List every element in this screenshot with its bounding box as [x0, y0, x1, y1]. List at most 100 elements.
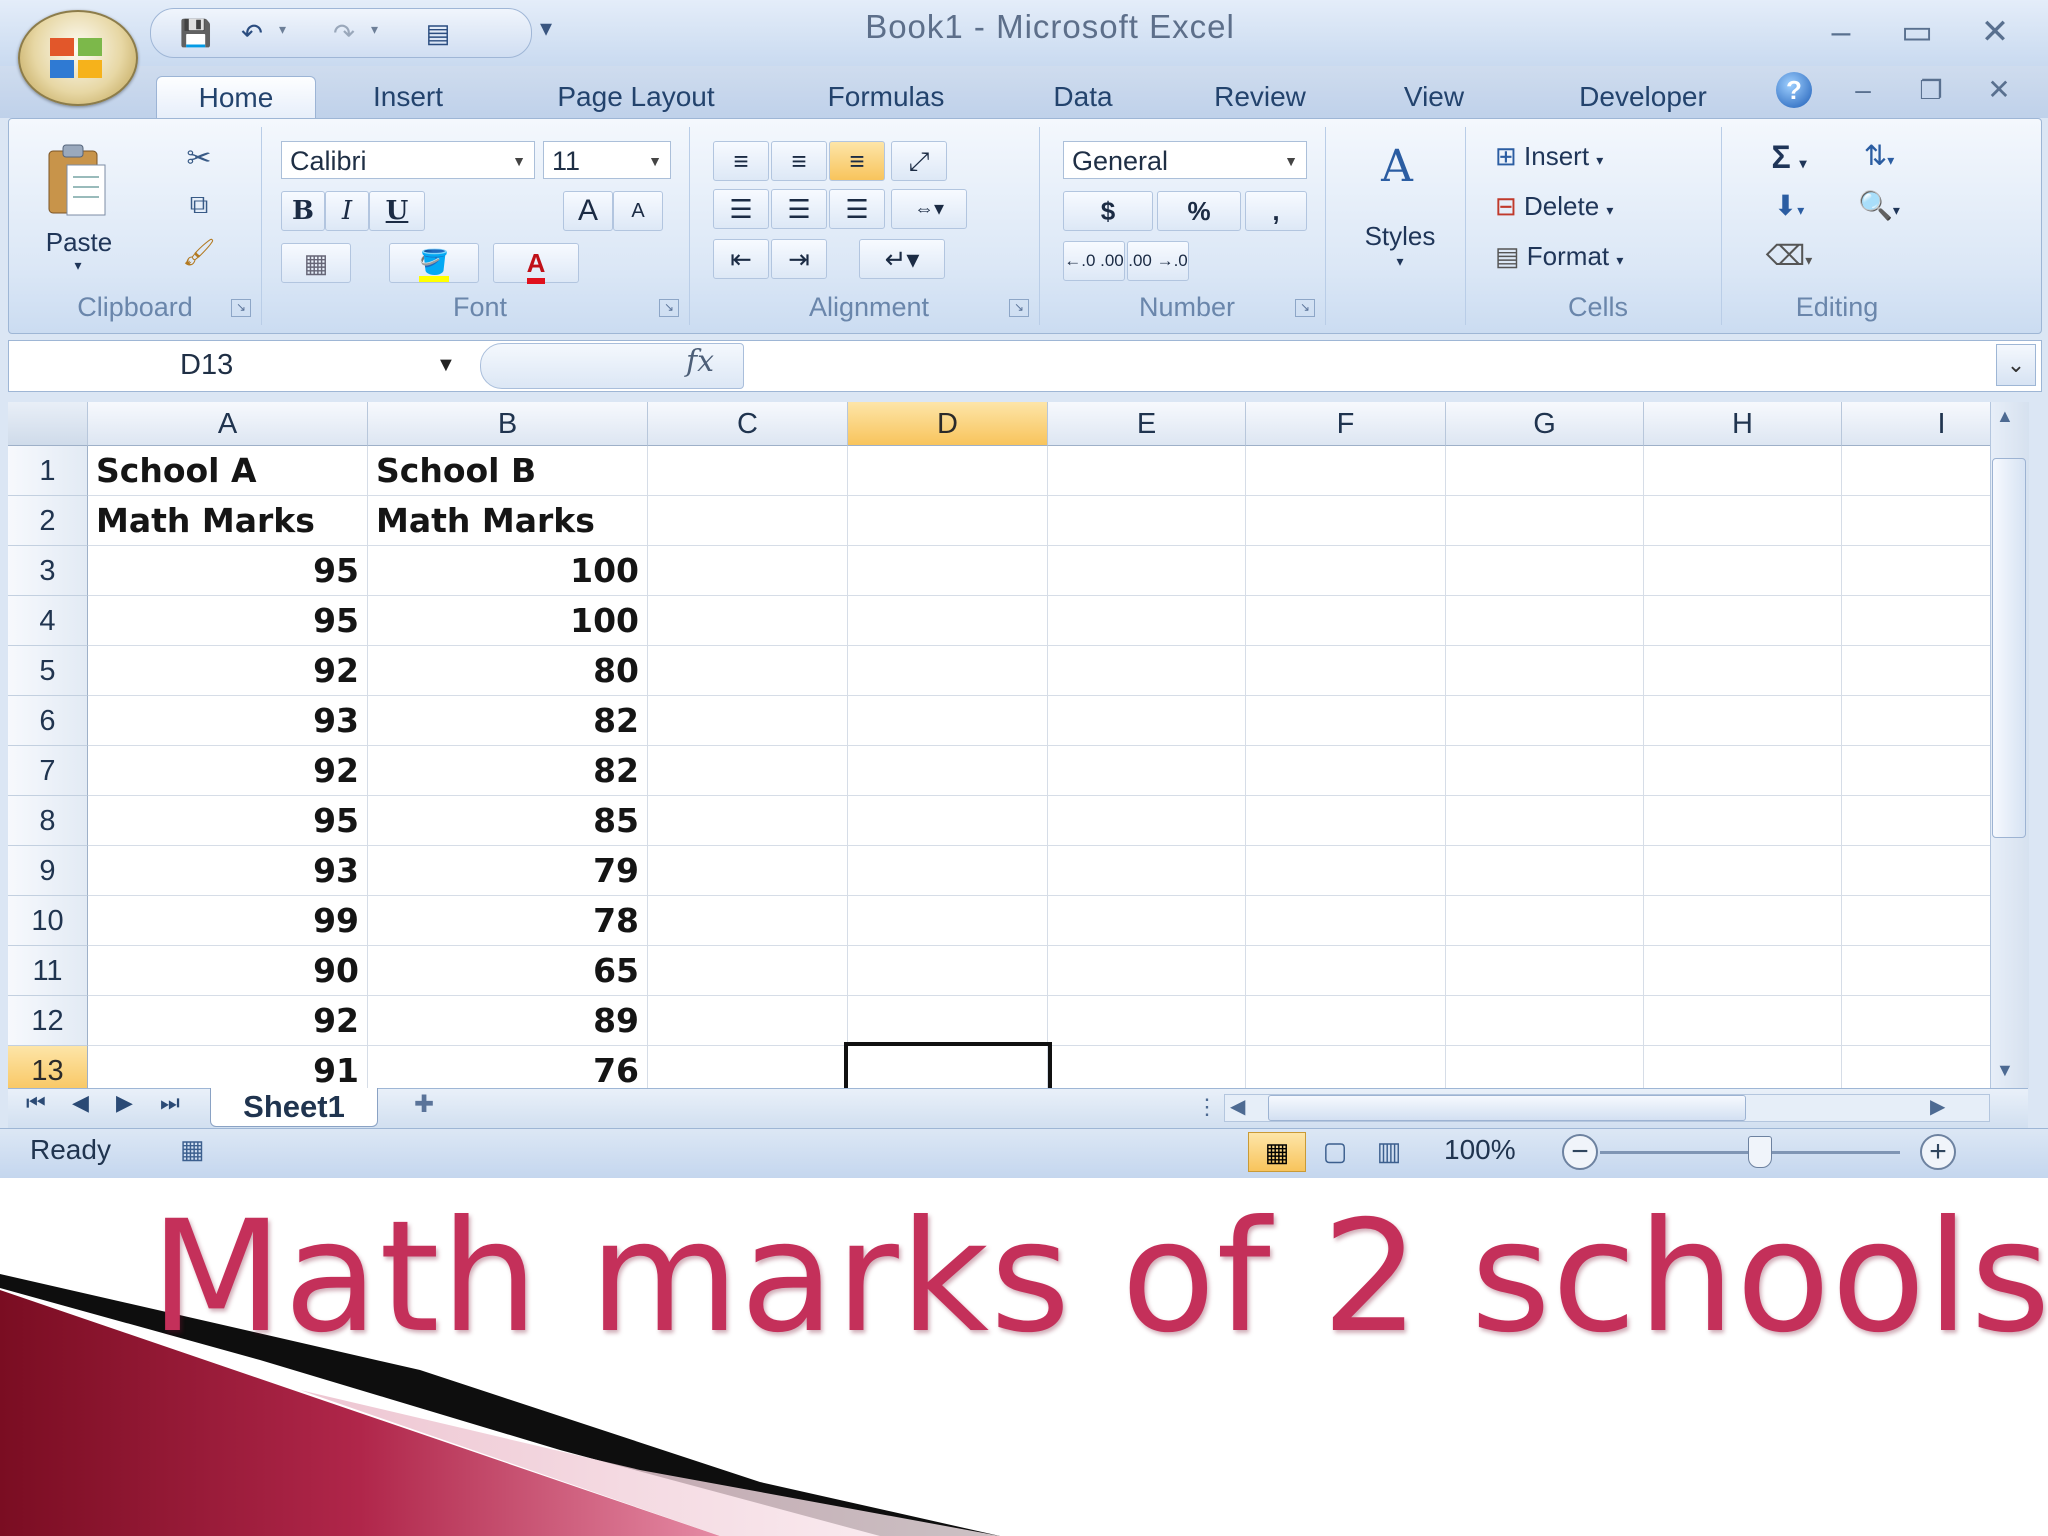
align-right-button[interactable]: ☰ — [829, 189, 885, 229]
cell-i5[interactable] — [1842, 646, 1998, 696]
align-center-button[interactable]: ☰ — [771, 189, 827, 229]
cell-g5[interactable] — [1446, 646, 1644, 696]
zoom-level[interactable]: 100% — [1444, 1134, 1516, 1166]
fill-color-button[interactable]: 🪣 — [389, 243, 479, 283]
cell-a10[interactable]: 99 — [88, 896, 368, 946]
tab-home[interactable]: Home — [156, 76, 316, 119]
cell-f8[interactable] — [1246, 796, 1446, 846]
cell-c1[interactable] — [648, 446, 848, 496]
cell-b11[interactable]: 65 — [368, 946, 648, 996]
normal-view-icon[interactable]: ▦ — [1248, 1132, 1306, 1172]
cell-a7[interactable]: 92 — [88, 746, 368, 796]
cell-d11[interactable] — [848, 946, 1048, 996]
page-layout-view-icon[interactable]: ▢ — [1312, 1132, 1358, 1170]
cell-d4[interactable] — [848, 596, 1048, 646]
font-size-select[interactable]: 11 ▼ — [543, 141, 671, 179]
previous-sheet-icon[interactable]: ◀ — [72, 1090, 89, 1116]
cell-c4[interactable] — [648, 596, 848, 646]
macro-record-icon[interactable]: ▦ — [180, 1134, 205, 1165]
cell-h12[interactable] — [1644, 996, 1842, 1046]
cell-f4[interactable] — [1246, 596, 1446, 646]
italic-button[interactable]: I — [325, 191, 369, 231]
increase-indent-button[interactable]: ⇥ — [771, 239, 827, 279]
cell-f13[interactable] — [1246, 1046, 1446, 1088]
cell-g6[interactable] — [1446, 696, 1644, 746]
tab-formulas[interactable]: Formulas — [800, 76, 972, 118]
cell-a3[interactable]: 95 — [88, 546, 368, 596]
cell-g10[interactable] — [1446, 896, 1644, 946]
clear-button[interactable]: ⌫▾ — [1749, 239, 1829, 272]
cell-g9[interactable] — [1446, 846, 1644, 896]
cell-c11[interactable] — [648, 946, 848, 996]
cell-i13[interactable] — [1842, 1046, 1998, 1088]
cell-f11[interactable] — [1246, 946, 1446, 996]
cell-a5[interactable]: 92 — [88, 646, 368, 696]
cell-b8[interactable]: 85 — [368, 796, 648, 846]
grow-font-button[interactable]: A — [563, 191, 613, 231]
customize-qat-icon[interactable]: ▾ — [540, 14, 552, 43]
cell-b1[interactable]: School B — [368, 446, 648, 496]
redo-dropdown-icon[interactable]: ▾ — [371, 21, 378, 38]
column-header-f[interactable]: F — [1246, 402, 1446, 446]
sheet-tab-sheet1[interactable]: Sheet1 — [210, 1088, 378, 1127]
number-launcher-icon[interactable]: ↘ — [1295, 299, 1315, 317]
paste-button[interactable]: Paste — [29, 227, 129, 258]
row-header-9[interactable]: 9 — [8, 846, 88, 896]
cut-icon[interactable]: ✂ — [179, 141, 219, 176]
cell-g12[interactable] — [1446, 996, 1644, 1046]
row-header-11[interactable]: 11 — [8, 946, 88, 996]
horizontal-scroll-thumb[interactable] — [1268, 1095, 1746, 1121]
cell-d7[interactable] — [848, 746, 1048, 796]
cell-f1[interactable] — [1246, 446, 1446, 496]
styles-button[interactable]: Styles — [1335, 221, 1465, 252]
insert-cells-button[interactable]: ⊞ Insert ▾ — [1495, 141, 1715, 172]
ribbon-restore-button[interactable]: ❐ — [1908, 70, 1954, 110]
cell-c2[interactable] — [648, 496, 848, 546]
cell-i11[interactable] — [1842, 946, 1998, 996]
redo-icon[interactable]: ↷ — [327, 17, 361, 49]
cell-e11[interactable] — [1048, 946, 1246, 996]
cell-b2[interactable]: Math Marks — [368, 496, 648, 546]
cell-h1[interactable] — [1644, 446, 1842, 496]
alignment-launcher-icon[interactable]: ↘ — [1009, 299, 1029, 317]
cell-i4[interactable] — [1842, 596, 1998, 646]
page-break-view-icon[interactable]: ▥ — [1366, 1132, 1412, 1170]
tab-developer[interactable]: Developer — [1550, 76, 1736, 118]
cell-g7[interactable] — [1446, 746, 1644, 796]
cell-e8[interactable] — [1048, 796, 1246, 846]
row-header-7[interactable]: 7 — [8, 746, 88, 796]
tab-view[interactable]: View — [1384, 76, 1484, 118]
scroll-left-icon[interactable]: ◀ — [1230, 1094, 1245, 1119]
underline-button[interactable]: U — [369, 191, 425, 231]
restore-button[interactable]: ▭ — [1894, 12, 1940, 52]
cell-f9[interactable] — [1246, 846, 1446, 896]
cell-b5[interactable]: 80 — [368, 646, 648, 696]
comma-button[interactable]: , — [1245, 191, 1307, 231]
cell-c3[interactable] — [648, 546, 848, 596]
cell-c9[interactable] — [648, 846, 848, 896]
cell-f10[interactable] — [1246, 896, 1446, 946]
align-bottom-button[interactable]: ≡ — [829, 141, 885, 181]
cell-g3[interactable] — [1446, 546, 1644, 596]
minimize-button[interactable]: – — [1818, 12, 1864, 52]
cell-d2[interactable] — [848, 496, 1048, 546]
font-launcher-icon[interactable]: ↘ — [659, 299, 679, 317]
cell-i10[interactable] — [1842, 896, 1998, 946]
cell-g11[interactable] — [1446, 946, 1644, 996]
cell-h3[interactable] — [1644, 546, 1842, 596]
font-name-select[interactable]: Calibri ▼ — [281, 141, 535, 179]
cell-i3[interactable] — [1842, 546, 1998, 596]
save-icon[interactable]: 💾 — [179, 17, 213, 49]
delete-cells-button[interactable]: ⊟ Delete ▾ — [1495, 191, 1715, 222]
cell-d8[interactable] — [848, 796, 1048, 846]
cell-h4[interactable] — [1644, 596, 1842, 646]
cell-c6[interactable] — [648, 696, 848, 746]
cell-e7[interactable] — [1048, 746, 1246, 796]
tab-insert[interactable]: Insert — [346, 76, 470, 118]
cell-b13[interactable]: 76 — [368, 1046, 648, 1088]
cell-a8[interactable]: 95 — [88, 796, 368, 846]
format-painter-icon[interactable]: 🖌 — [179, 237, 219, 268]
row-header-10[interactable]: 10 — [8, 896, 88, 946]
cell-c8[interactable] — [648, 796, 848, 846]
cell-h2[interactable] — [1644, 496, 1842, 546]
